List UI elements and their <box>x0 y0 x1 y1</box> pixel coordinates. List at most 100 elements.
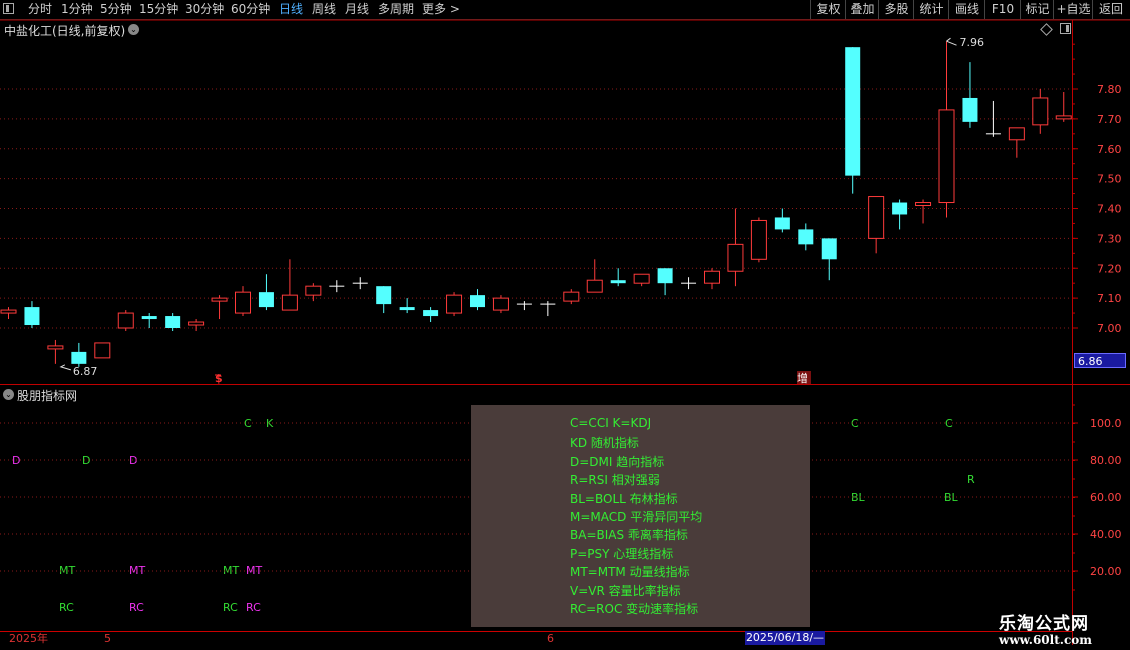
indicator-signal-label: K <box>266 417 274 430</box>
legend-line: BA=BIAS 乖离率指标 <box>570 528 688 543</box>
candle-body <box>71 351 87 364</box>
candle <box>681 277 697 290</box>
candle <box>47 339 64 364</box>
watermark-title: 乐淘公式网 <box>999 614 1089 634</box>
indicator-signal-label: MT <box>223 564 240 577</box>
candle <box>1055 91 1072 122</box>
candle <box>470 289 485 311</box>
event-mark-increase: 增 <box>797 371 808 385</box>
year-label: 2025年 <box>9 632 48 645</box>
indicator-signal-label: RC <box>129 601 144 614</box>
candle <box>0 307 17 320</box>
candle <box>71 342 87 367</box>
candle-body <box>376 286 392 305</box>
price-tick-label: 7.50 <box>1097 173 1122 186</box>
indicator-signal-label: MT <box>246 564 263 577</box>
candle <box>892 199 908 230</box>
candle-body <box>0 309 17 314</box>
candle-body <box>117 312 134 329</box>
candle-body <box>750 219 767 260</box>
candle-body <box>821 238 837 260</box>
month-label-5: 5 <box>104 632 111 645</box>
legend-line: R=RSI 相对强弱 <box>570 473 660 488</box>
price-tick-label: 7.70 <box>1097 113 1122 126</box>
month-label-6: 6 <box>547 632 554 645</box>
candle <box>235 286 251 317</box>
candle <box>704 268 720 290</box>
indicator-signal-label: C <box>945 417 953 430</box>
candle-body <box>868 196 885 239</box>
low-marker-arrow <box>59 364 71 371</box>
legend-line: M=MACD 平滑异同平均 <box>570 510 703 524</box>
legend-line: V=VR 容量比率指标 <box>570 583 681 598</box>
candle <box>774 208 790 233</box>
candle-body <box>610 280 626 284</box>
candle-body <box>1032 97 1049 126</box>
indicator-signal-label: D <box>82 454 91 467</box>
candle-body <box>492 297 509 311</box>
candle <box>586 259 603 293</box>
candle <box>657 268 673 296</box>
indicator-signal-label: C <box>851 417 859 430</box>
price-tick-label: 7.30 <box>1097 232 1122 245</box>
chevron-down-icon[interactable]: ⌄ <box>3 389 14 400</box>
date-cursor-label: 2025/06/18/— <box>745 631 825 645</box>
candle <box>610 268 626 287</box>
candle <box>281 259 298 311</box>
indicator-signal-label: RC <box>223 601 238 614</box>
candle <box>376 286 392 314</box>
candle <box>352 277 368 290</box>
candle <box>399 298 415 314</box>
candle-body <box>1055 115 1072 120</box>
indicator-signal-label: D <box>129 454 138 467</box>
indicator-signal-label: R <box>967 473 975 486</box>
price-tick-label: 7.40 <box>1097 203 1122 216</box>
date-axis-bar: 2025年 5 6 <box>0 631 1072 646</box>
candle <box>563 289 580 305</box>
candle-body <box>281 294 298 311</box>
candle-body <box>962 97 978 122</box>
candle <box>24 301 40 328</box>
indicator-signal-label: RC <box>246 601 261 614</box>
candle <box>516 301 532 311</box>
candle-body <box>892 202 908 215</box>
indicator-signal-label: MT <box>59 564 76 577</box>
candle-body <box>423 310 439 317</box>
candle <box>868 196 885 254</box>
candle <box>423 307 439 323</box>
candle-body <box>141 316 157 320</box>
candle-body <box>586 279 603 293</box>
high-marker-arrow <box>946 37 957 46</box>
indicator-signal-label: MT <box>129 564 146 577</box>
indicator-signal-label: BL <box>851 491 865 504</box>
candle-body <box>915 202 932 207</box>
indicator-title: 股朋指标网 <box>17 389 78 403</box>
candle <box>938 41 955 218</box>
candle-body <box>47 345 64 350</box>
candle-body <box>563 291 580 302</box>
candle <box>915 199 932 224</box>
legend-line: KD 随机指标 <box>570 436 639 451</box>
high-marker-label: 7.96 <box>960 36 985 49</box>
candle-body <box>235 291 251 314</box>
candle <box>94 342 111 359</box>
candle <box>188 319 205 331</box>
price-cursor-label: 6.86 <box>1074 353 1126 368</box>
candle-body <box>258 292 274 308</box>
candle-body <box>399 307 415 311</box>
candle-body <box>633 273 650 284</box>
price-tick-label: 7.00 <box>1097 322 1122 335</box>
price-tick-label: 7.80 <box>1097 83 1122 96</box>
candle <box>446 292 463 317</box>
candle <box>141 313 157 328</box>
indicator-signal-label: BL <box>944 491 958 504</box>
legend-line: C=CCI K=KDJ <box>570 416 652 430</box>
legend-line: D=DMI 趋向指标 <box>570 454 665 469</box>
candle <box>845 47 861 194</box>
candle <box>540 301 556 317</box>
candle-body <box>704 270 720 284</box>
price-tick-label: 7.60 <box>1097 143 1122 156</box>
candle-body <box>24 307 40 326</box>
candle-body <box>657 268 673 284</box>
event-mark-dividend: $ <box>215 372 223 385</box>
